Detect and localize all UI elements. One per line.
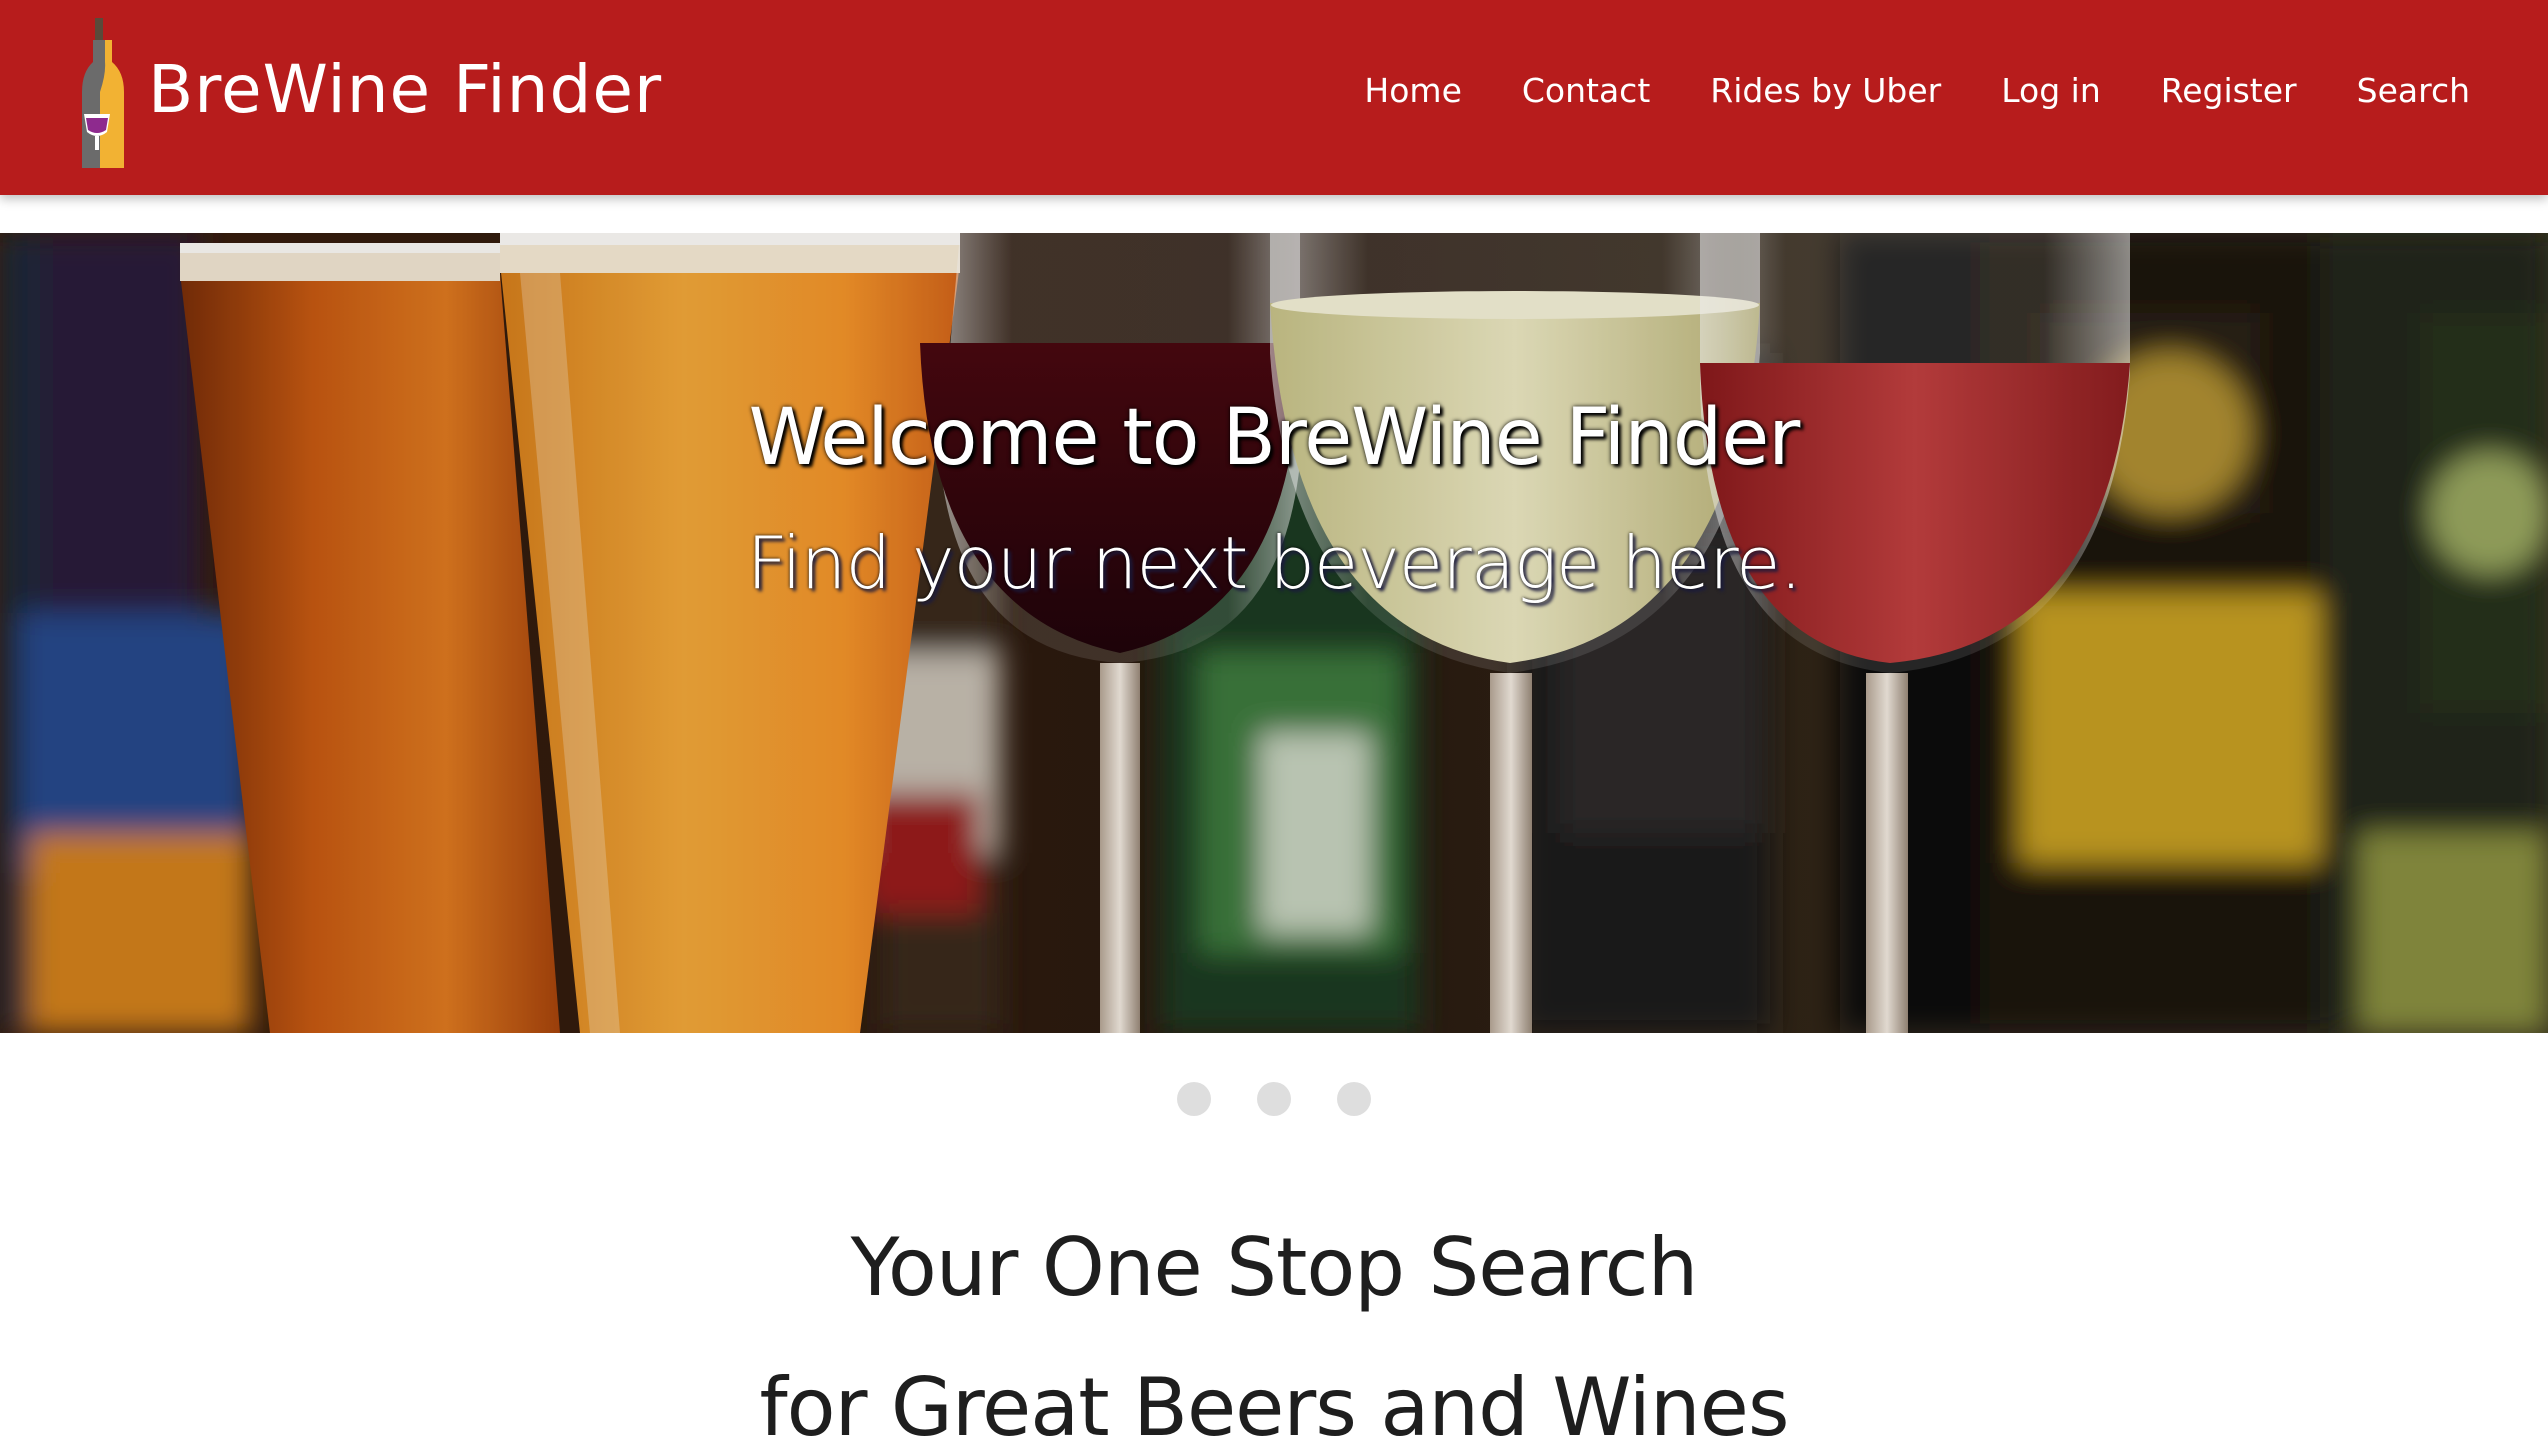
hero-caption: Welcome to BreWine Finder Find your next… bbox=[0, 393, 2548, 605]
carousel-indicators bbox=[0, 1082, 2548, 1116]
brand-link[interactable]: BreWine Finder bbox=[78, 18, 662, 168]
headline-section: Your One Stop Search for Great Beers and… bbox=[0, 1198, 2548, 1438]
nav-search[interactable]: Search bbox=[2327, 71, 2500, 110]
hero-carousel[interactable]: Welcome to BreWine Finder Find your next… bbox=[0, 233, 2548, 1033]
hero-subtitle: Find your next beverage here. bbox=[746, 521, 1803, 605]
carousel-indicator-1[interactable] bbox=[1177, 1082, 1211, 1116]
nav-rides-by-uber[interactable]: Rides by Uber bbox=[1680, 71, 1971, 110]
brand-name: BreWine Finder bbox=[148, 51, 663, 128]
hero-image bbox=[0, 233, 2548, 1033]
carousel-indicator-3[interactable] bbox=[1337, 1082, 1371, 1116]
headline-line-2: for Great Beers and Wines bbox=[759, 1361, 1789, 1438]
nav-register[interactable]: Register bbox=[2131, 71, 2327, 110]
nav-home[interactable]: Home bbox=[1334, 71, 1491, 110]
headline-line-1: Your One Stop Search bbox=[850, 1221, 1699, 1314]
hero-title: Welcome to BreWine Finder bbox=[748, 393, 1801, 483]
navbar: BreWine Finder Home Contact Rides by Ube… bbox=[0, 0, 2548, 195]
nav-contact[interactable]: Contact bbox=[1492, 71, 1680, 110]
nav-log-in[interactable]: Log in bbox=[1971, 71, 2131, 110]
carousel-indicator-2[interactable] bbox=[1257, 1082, 1291, 1116]
main-nav: Home Contact Rides by Uber Log in Regist… bbox=[1334, 0, 2500, 180]
bottle-logo-icon bbox=[82, 18, 124, 168]
